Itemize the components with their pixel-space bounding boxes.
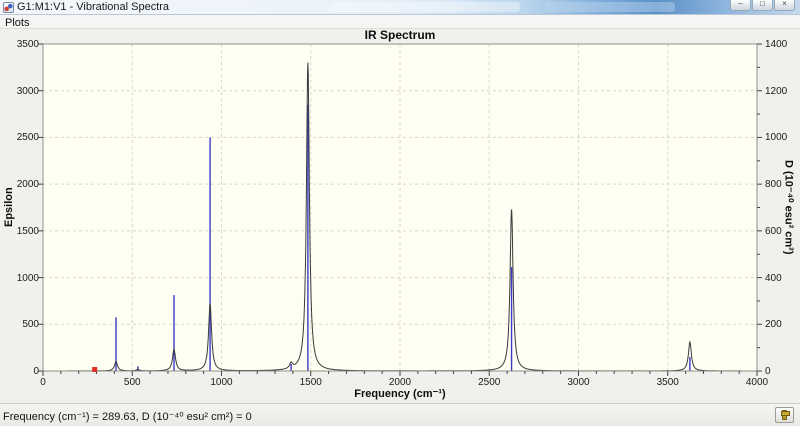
y-right-tick-label: 1200 xyxy=(765,85,788,97)
menu-bar: Plots xyxy=(0,15,800,29)
window-title: G1:M1:V1 - Vibrational Spectra xyxy=(17,1,170,13)
y-right-tick-label: 800 xyxy=(765,179,782,191)
y-left-tick-label: 500 xyxy=(22,319,39,331)
y-left-tick-label: 2500 xyxy=(16,132,39,144)
y-right-tick-label: 1400 xyxy=(765,39,788,50)
y-left-tick-label: 1500 xyxy=(16,225,39,237)
x-tick-label: 3500 xyxy=(656,377,679,388)
x-tick-label: 0 xyxy=(40,377,46,388)
y-right-tick-label: 0 xyxy=(765,366,771,377)
maximize-icon: □ xyxy=(760,0,765,8)
y-left-tick-label: 0 xyxy=(33,366,39,377)
x-tick-label: 2000 xyxy=(388,377,412,388)
status-text: Frequency (cm⁻¹) = 289.63, D (10⁻⁴⁰ esu²… xyxy=(3,411,252,423)
pin-icon xyxy=(781,410,790,420)
app-icon xyxy=(3,2,14,13)
titlebar-ghost-artifact xyxy=(545,2,675,12)
window-controls: – □ × xyxy=(730,0,795,11)
y-right-tick-label: 600 xyxy=(765,225,782,237)
y-left-tick-label: 1000 xyxy=(16,272,39,284)
y-right-tick-label: 1000 xyxy=(765,132,788,144)
minimize-icon: – xyxy=(738,0,743,8)
ir-spectrum-plot[interactable] xyxy=(0,29,800,403)
minimize-button[interactable]: – xyxy=(730,0,751,11)
titlebar-ghost-artifact xyxy=(330,2,520,12)
y-right-tick-label: 400 xyxy=(765,272,782,284)
titlebar[interactable]: G1:M1:V1 - Vibrational Spectra – □ × xyxy=(0,0,800,15)
x-tick-label: 500 xyxy=(123,377,141,388)
maximize-button[interactable]: □ xyxy=(752,0,773,11)
y-right-tick-label: 200 xyxy=(765,319,782,331)
x-tick-label: 1500 xyxy=(299,377,322,388)
x-axis-label: Frequency (cm⁻¹) xyxy=(354,388,446,400)
y-left-tick-label: 2000 xyxy=(16,179,39,191)
status-tool-button[interactable] xyxy=(775,407,794,423)
status-bar: Frequency (cm⁻¹) = 289.63, D (10⁻⁴⁰ esu²… xyxy=(0,403,800,426)
chart-region: IR Spectrum Epsilon D (10⁻⁴⁰ esu² cm²) F… xyxy=(0,28,800,403)
x-tick-label: 2500 xyxy=(478,377,501,388)
y-left-tick-label: 3000 xyxy=(16,85,39,97)
close-button[interactable]: × xyxy=(774,0,795,11)
close-icon: × xyxy=(782,0,787,8)
y-left-tick-label: 3500 xyxy=(16,39,39,50)
cursor-marker xyxy=(92,367,98,372)
app-window: G1:M1:V1 - Vibrational Spectra – □ × Plo… xyxy=(0,0,800,426)
x-tick-label: 4000 xyxy=(745,377,769,388)
x-tick-label: 1000 xyxy=(210,377,233,388)
x-tick-label: 3000 xyxy=(567,377,590,388)
